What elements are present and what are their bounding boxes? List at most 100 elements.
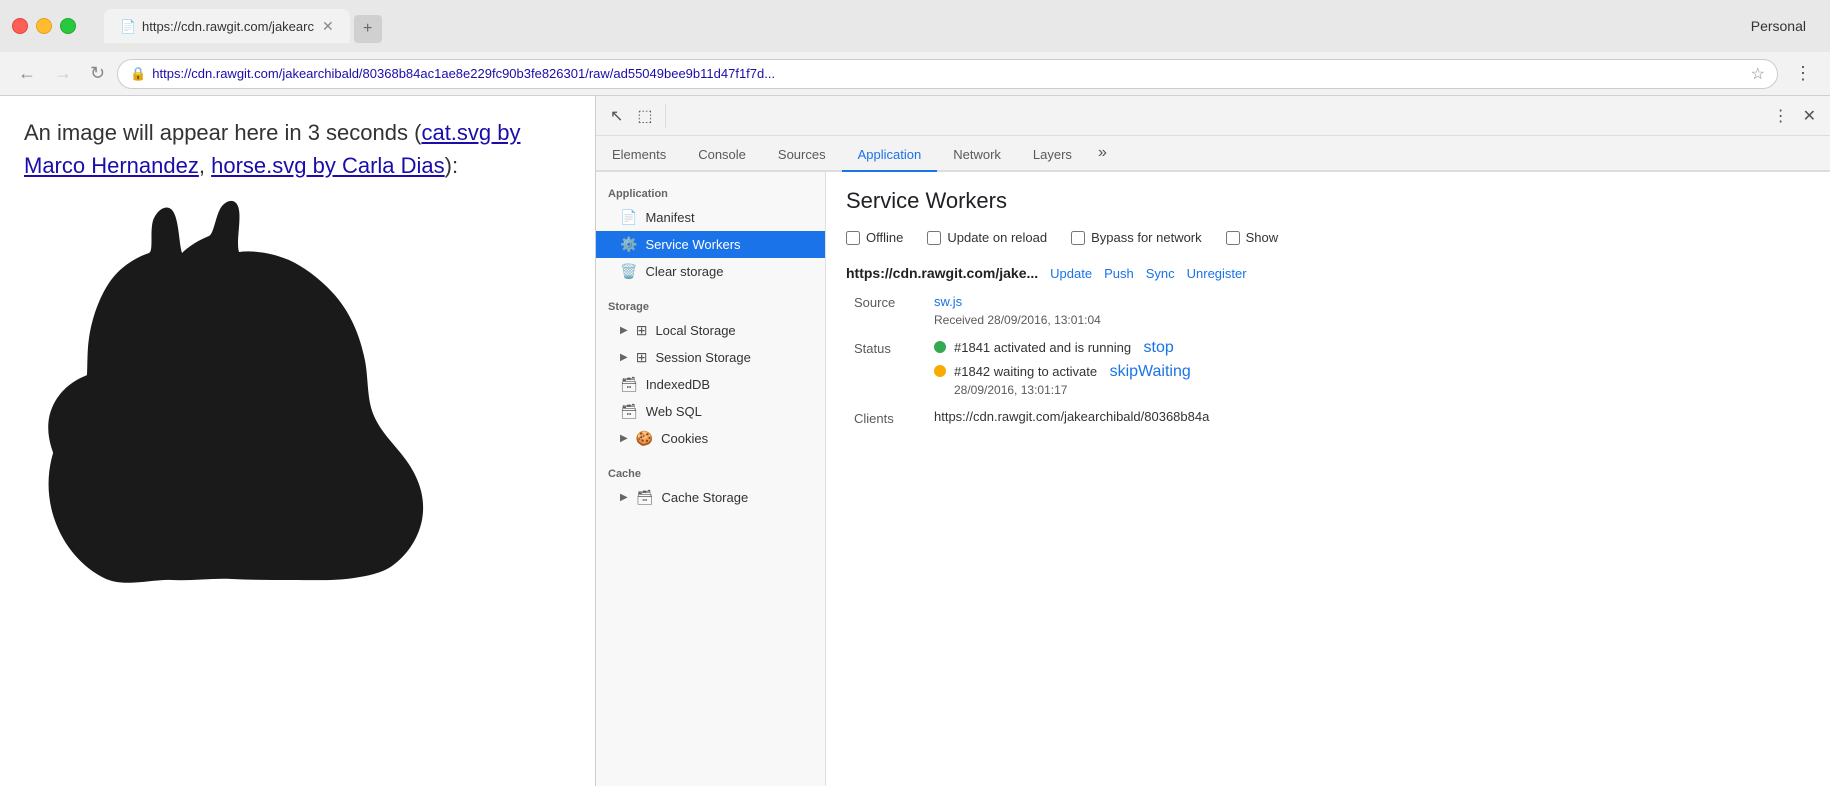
status-item-1842: #1842 waiting to activate skipWaiting 28…: [934, 363, 1191, 399]
sw-status-row: Status #1841 activated and is running st…: [846, 339, 1810, 399]
sw-received-text: Received 28/09/2016, 13:01:04: [934, 313, 1101, 327]
end-span: ):: [445, 153, 458, 178]
status-item-1841: #1841 activated and is running stop: [934, 339, 1191, 357]
sw-clients-row: Clients https://cdn.rawgit.com/jakearchi…: [846, 409, 1810, 426]
profile-button[interactable]: Personal: [1751, 18, 1806, 34]
title-bar: 📄 https://cdn.rawgit.com/jakearc ✕ + Per…: [0, 0, 1830, 52]
tab-sources[interactable]: Sources: [762, 139, 842, 172]
status-text-1842: #1842 waiting to activate: [954, 364, 1097, 379]
sw-push-link[interactable]: Push: [1104, 266, 1134, 281]
url-text: https://cdn.rawgit.com/jakearchibald/803…: [152, 66, 1740, 81]
traffic-lights: [12, 18, 76, 34]
address-bar[interactable]: 🔒 https://cdn.rawgit.com/jakearchibald/8…: [117, 59, 1778, 89]
tab-title: https://cdn.rawgit.com/jakearc: [142, 19, 314, 34]
sw-update-link[interactable]: Update: [1050, 266, 1092, 281]
tab-layers[interactable]: Layers: [1017, 139, 1088, 172]
tab-close-button[interactable]: ✕: [322, 18, 334, 35]
offline-checkbox-label[interactable]: Offline: [846, 230, 903, 245]
status-item-text-2: #1842 waiting to activate skipWaiting 28…: [954, 363, 1191, 399]
cat-image: [24, 198, 571, 623]
tab-elements[interactable]: Elements: [596, 139, 682, 172]
minimize-button[interactable]: [36, 18, 52, 34]
inspect-element-button[interactable]: ↖: [604, 102, 629, 130]
sidebar-label-cache-storage: Cache Storage: [661, 490, 748, 505]
devtools-close-button[interactable]: ✕: [1797, 102, 1822, 130]
sidebar-label-service-workers: Service Workers: [645, 237, 740, 252]
comma-span: ,: [199, 153, 211, 178]
sidebar-label-indexeddb: IndexedDB: [646, 377, 710, 392]
sidebar-item-clear-storage[interactable]: 🗑️ Clear storage: [596, 258, 825, 285]
sw-source-value: sw.js Received 28/09/2016, 13:01:04: [934, 293, 1101, 329]
intro-span: An image will appear here in 3 seconds (: [24, 120, 421, 145]
maximize-button[interactable]: [60, 18, 76, 34]
offline-checkbox[interactable]: [846, 231, 860, 245]
skip-waiting-link[interactable]: skipWaiting: [1110, 363, 1191, 380]
tab-console[interactable]: Console: [682, 139, 762, 172]
tabs-more-button[interactable]: »: [1088, 136, 1117, 170]
devtools-tabs: Elements Console Sources Application Net…: [596, 136, 1830, 172]
sw-sync-link[interactable]: Sync: [1146, 266, 1175, 281]
update-on-reload-checkbox[interactable]: [927, 231, 941, 245]
sw-unregister-link[interactable]: Unregister: [1187, 266, 1247, 281]
sw-url-text: https://cdn.rawgit.com/jake...: [846, 265, 1038, 281]
tab-page-icon: 📄: [120, 19, 134, 33]
sidebar-item-local-storage[interactable]: ▶ ⊞ Local Storage: [596, 317, 825, 344]
update-on-reload-checkbox-label[interactable]: Update on reload: [927, 230, 1047, 245]
status-dot-green: [934, 341, 946, 353]
sidebar-item-cache-storage[interactable]: ▶ 🗃 Cache Storage: [596, 484, 825, 511]
sidebar-item-indexeddb[interactable]: 🗃 IndexedDB: [596, 371, 825, 398]
arrow-icon-cache: ▶: [620, 492, 628, 503]
cookies-icon: 🍪: [636, 430, 653, 447]
clients-label: Clients: [854, 409, 934, 426]
show-checkbox[interactable]: [1226, 231, 1240, 245]
sidebar-item-session-storage[interactable]: ▶ ⊞ Session Storage: [596, 344, 825, 371]
horse-link[interactable]: horse.svg by Carla Dias: [211, 153, 445, 178]
sidebar-item-web-sql[interactable]: 🗃 Web SQL: [596, 398, 825, 425]
sidebar-item-service-workers[interactable]: ⚙️ Service Workers: [596, 231, 825, 258]
cat-svg: [24, 198, 504, 618]
sw-url-row: https://cdn.rawgit.com/jake... Update Pu…: [846, 265, 1810, 281]
sidebar-label-clear-storage: Clear storage: [645, 264, 723, 279]
section-title-application: Application: [596, 180, 825, 204]
nav-bar: ← → ↻ 🔒 https://cdn.rawgit.com/jakearchi…: [0, 52, 1830, 96]
browser-window: 📄 https://cdn.rawgit.com/jakearc ✕ + Per…: [0, 0, 1830, 786]
status-text-1841: #1841 activated and is running: [954, 340, 1131, 355]
active-tab[interactable]: 📄 https://cdn.rawgit.com/jakearc ✕: [104, 9, 350, 43]
sw-source-row: Source sw.js Received 28/09/2016, 13:01:…: [846, 293, 1810, 329]
forward-button[interactable]: →: [48, 59, 78, 88]
source-label: Source: [854, 293, 934, 310]
show-checkbox-label[interactable]: Show: [1226, 230, 1279, 245]
web-sql-icon: 🗃: [620, 403, 638, 420]
tab-bar: 📄 https://cdn.rawgit.com/jakearc ✕ +: [104, 9, 382, 43]
arrow-icon-cookies: ▶: [620, 433, 628, 444]
devtools-body: Application 📄 Manifest ⚙️ Service Worker…: [596, 172, 1830, 786]
stop-link[interactable]: stop: [1144, 339, 1174, 356]
close-button[interactable]: [12, 18, 28, 34]
tab-application[interactable]: Application: [842, 139, 938, 172]
service-workers-icon: ⚙️: [620, 236, 637, 253]
devtools-more-button[interactable]: ⋮: [1767, 102, 1795, 130]
bypass-network-label: Bypass for network: [1091, 230, 1202, 245]
reload-button[interactable]: ↻: [84, 59, 111, 88]
local-storage-icon: ⊞: [636, 322, 648, 339]
new-tab-button[interactable]: +: [354, 15, 382, 43]
browser-menu-button[interactable]: ⋮: [1788, 59, 1818, 88]
bypass-network-checkbox-label[interactable]: Bypass for network: [1071, 230, 1202, 245]
sw-source-link[interactable]: sw.js: [934, 294, 962, 309]
offline-label: Offline: [866, 230, 903, 245]
sidebar-item-cookies[interactable]: ▶ 🍪 Cookies: [596, 425, 825, 452]
devtools-panel: ↖ ⬚ ⋮ ✕ Elements Console Sources Applica…: [595, 96, 1830, 786]
clear-storage-icon: 🗑️: [620, 263, 637, 280]
secure-icon: 🔒: [130, 66, 146, 82]
bypass-network-checkbox[interactable]: [1071, 231, 1085, 245]
section-title-storage: Storage: [596, 293, 825, 317]
cache-storage-icon: 🗃: [636, 489, 654, 506]
bookmark-button[interactable]: ☆: [1751, 64, 1765, 84]
device-toggle-button[interactable]: ⬚: [631, 102, 658, 130]
sidebar-label-session-storage: Session Storage: [655, 350, 750, 365]
service-worker-entry: https://cdn.rawgit.com/jake... Update Pu…: [846, 265, 1810, 426]
back-button[interactable]: ←: [12, 59, 42, 88]
arrow-icon-session: ▶: [620, 352, 628, 363]
sidebar-item-manifest[interactable]: 📄 Manifest: [596, 204, 825, 231]
tab-network[interactable]: Network: [937, 139, 1017, 172]
